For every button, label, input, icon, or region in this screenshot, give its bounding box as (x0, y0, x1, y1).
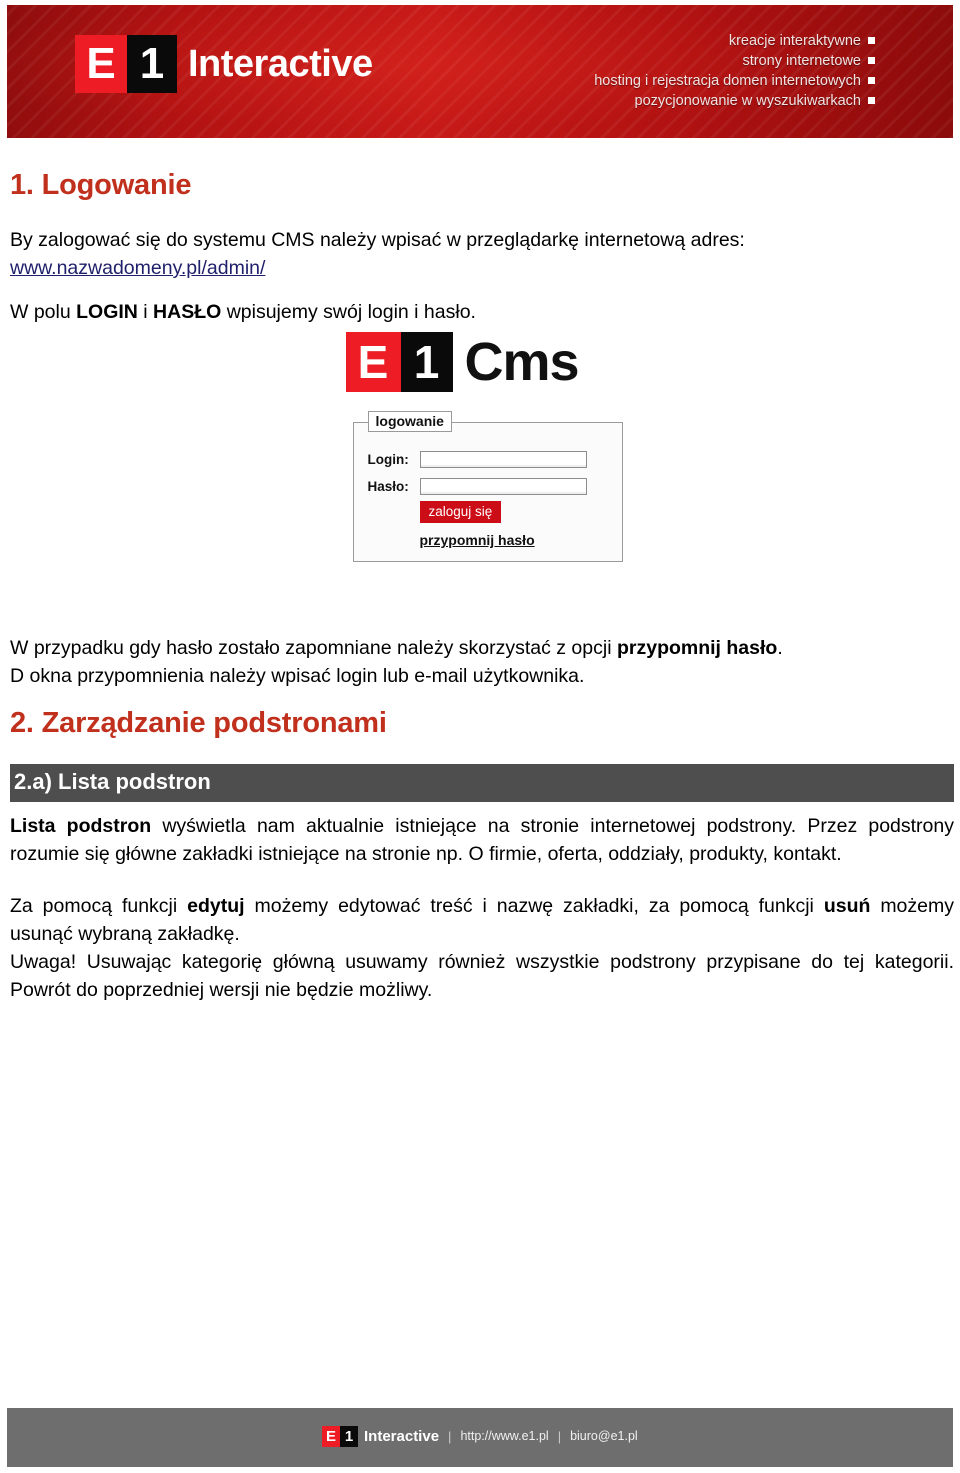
tagline-text: kreacje interaktywne (728, 33, 861, 49)
square-bullet-icon (868, 37, 875, 44)
footer-email[interactable]: biuro@e1.pl (570, 1430, 638, 1443)
header-logo: E 1 Interactive (75, 35, 373, 93)
tagline-item: strony internetowe (594, 51, 875, 71)
cms-logo-word: Cms (464, 332, 580, 392)
cms-login-fieldset: logowanie Login: Hasło: zaloguj się przy… (352, 411, 623, 562)
footer-website[interactable]: http://www.e1.pl (460, 1430, 548, 1443)
text-fragment: D okna przypomnienia należy wpisać login… (10, 665, 585, 687)
heading-section-2: 2. Zarządzanie podstronami (10, 707, 387, 739)
paragraph-text: By zalogować się do systemu CMS należy w… (10, 229, 745, 251)
text-bold-przypomnij-haslo: przypomnij hasło (616, 637, 778, 659)
text-fragment: . (777, 637, 783, 659)
paragraph-edit-delete: Za pomocą funkcji edytuj możemy edytować… (10, 892, 954, 948)
text-fragment: W polu (10, 301, 77, 323)
cms-remind-password-link[interactable]: przypomnij hasło (420, 532, 622, 548)
page-header-banner: E 1 Interactive kreacje interaktywne str… (7, 5, 953, 138)
logo-mark-one: 1 (127, 35, 177, 93)
header-wordmark: Interactive (188, 42, 373, 85)
square-bullet-icon (868, 97, 875, 104)
footer-separator: | (448, 1429, 452, 1444)
text-fragment: wyświetla nam aktualnie istniejące na st… (10, 815, 954, 865)
heading-section-1: 1. Logowanie (10, 169, 192, 201)
cms-login-input[interactable] (419, 451, 587, 468)
admin-url-link[interactable]: www.nazwadomeny.pl/admin/ (10, 257, 265, 279)
footer-logo-mark-e: E (322, 1426, 340, 1447)
cms-login-submit-button[interactable]: zaloguj się (419, 501, 502, 523)
cms-actions: zaloguj się przypomnij hasło (419, 501, 622, 548)
text-bold-edytuj: edytuj (187, 895, 245, 917)
header-tagline-list: kreacje interaktywne strony internetowe … (594, 31, 875, 111)
page-footer-bar: E 1 Interactive | http://www.e1.pl | biu… (7, 1408, 953, 1467)
paragraph-login-fields: W polu LOGIN i HASŁO wpisujemy swój logi… (10, 298, 954, 326)
paragraph-lista-podstron: Lista podstron wyświetla nam aktualnie i… (10, 812, 954, 868)
tagline-item: kreacje interaktywne (594, 31, 875, 51)
cms-login-label: Login: (367, 452, 409, 467)
cms-password-label: Hasło: (367, 479, 409, 494)
text-bold-login: LOGIN (76, 301, 138, 323)
cms-logo-mark-e: E (345, 332, 401, 392)
cms-logo-mark-one: 1 (400, 332, 453, 392)
paragraph-warning: Uwaga! Usuwając kategorię główną usuwamy… (10, 951, 954, 1001)
tagline-text: hosting i rejestracja domen internetowyc… (594, 73, 861, 89)
tagline-item: hosting i rejestracja domen internetowyc… (594, 71, 875, 91)
tagline-text: pozycjonowanie w wyszukiwarkach (634, 93, 861, 109)
footer-logo-mark-one: 1 (340, 1426, 358, 1447)
text-fragment: W przypadku gdy hasło zostało zapomniane… (10, 637, 617, 659)
text-bold-usun: usuń (823, 895, 871, 917)
cms-login-row: Login: (368, 451, 622, 468)
square-bullet-icon (868, 77, 875, 84)
text-bold-lista-podstron: Lista podstron (10, 815, 152, 837)
cms-logo: E 1 Cms (345, 332, 655, 392)
footer-separator: | (557, 1429, 562, 1444)
footer-wordmark: Interactive (364, 1428, 440, 1445)
paragraph-login-intro: By zalogować się do systemu CMS należy w… (10, 226, 954, 282)
logo-mark-e: E (75, 35, 127, 93)
tagline-text: strony internetowe (742, 53, 861, 69)
square-bullet-icon (868, 57, 875, 64)
footer-logo-and-contacts: E 1 Interactive | http://www.e1.pl | biu… (322, 1426, 638, 1447)
cms-password-input[interactable] (419, 478, 587, 495)
cms-password-row: Hasło: (368, 478, 622, 495)
cms-login-legend: logowanie (367, 411, 452, 432)
text-fragment: wpisujemy swój login i hasło. (221, 301, 476, 323)
cms-login-screenshot-figure: E 1 Cms logowanie Login: Hasło: zaloguj … (310, 326, 655, 562)
document-body: 1. Logowanie By zalogować się do systemu… (10, 168, 954, 1004)
tagline-item: pozycjonowanie w wyszukiwarkach (594, 91, 875, 111)
paragraph-forgot-password: W przypadku gdy hasło zostało zapomniane… (10, 634, 954, 690)
text-fragment: Za pomocą funkcji (10, 895, 188, 917)
text-fragment: i (137, 301, 154, 323)
text-bold-haslo: HASŁO (153, 301, 222, 323)
text-fragment: możemy edytować treść i nazwę zakładki, … (244, 895, 824, 917)
subheading-2a-bar: 2.a) Lista podstron (10, 764, 954, 802)
